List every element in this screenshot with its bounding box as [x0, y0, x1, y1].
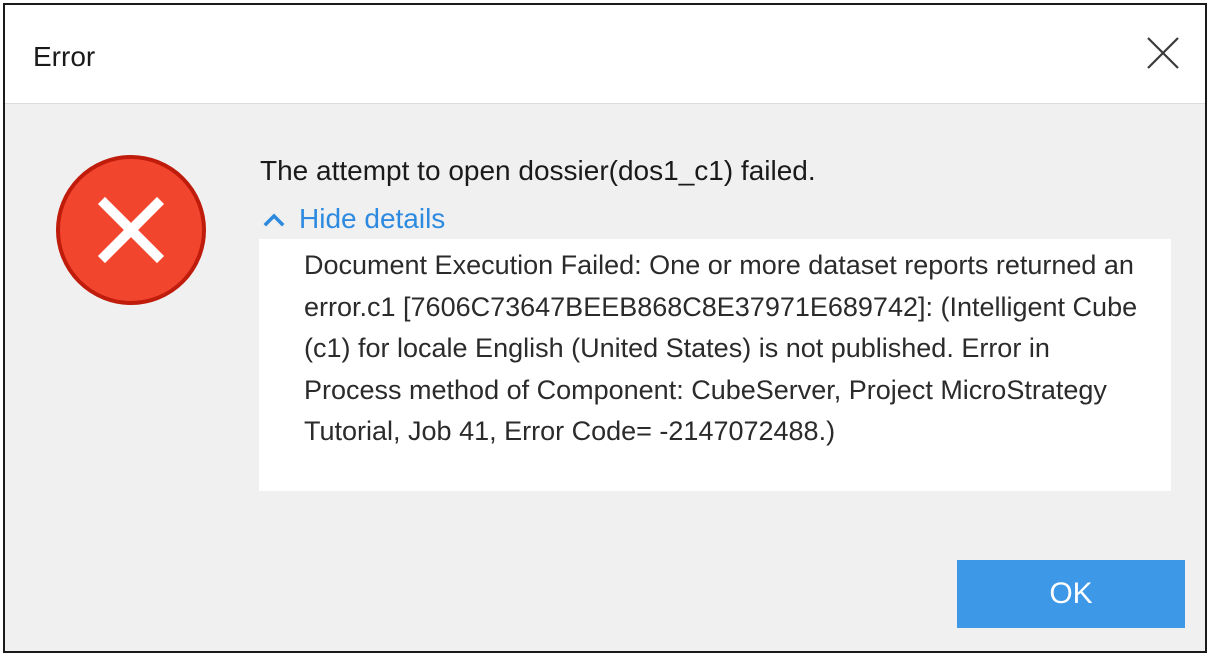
hide-details-label: Hide details — [299, 203, 446, 234]
dialog-title: Error — [33, 41, 96, 72]
close-icon — [1147, 37, 1179, 69]
hide-details-link[interactable]: Hide details — [263, 201, 445, 237]
close-button[interactable] — [1141, 31, 1185, 75]
chevron-up-icon — [263, 213, 285, 227]
error-message: The attempt to open dossier(dos1_c1) fai… — [260, 155, 816, 186]
ok-button[interactable]: OK — [957, 560, 1185, 628]
error-dialog: Error The attempt to open dossier(dos1_c… — [3, 3, 1207, 653]
error-icon — [53, 152, 209, 308]
title-bar: Error — [5, 5, 1205, 104]
details-panel: Document Execution Failed: One or more d… — [259, 239, 1171, 491]
details-text: Document Execution Failed: One or more d… — [304, 250, 1138, 447]
